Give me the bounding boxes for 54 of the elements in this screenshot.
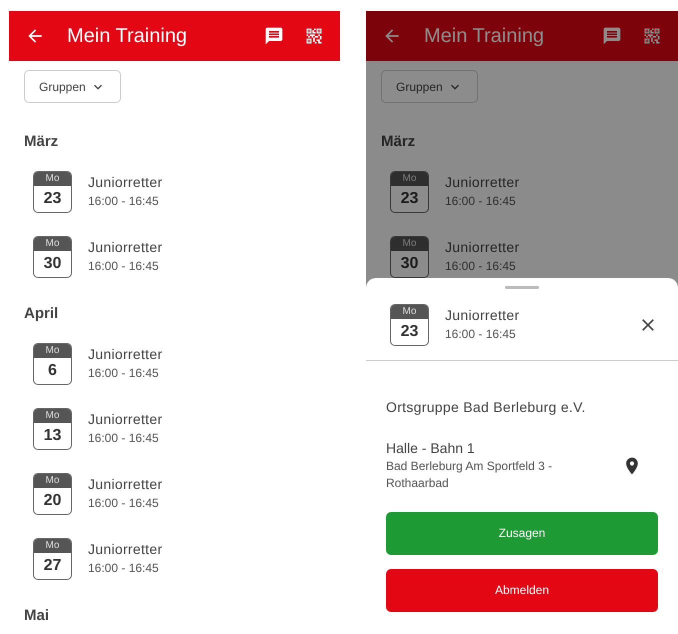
weekday-label: Mo: [402, 174, 416, 184]
event-time: 16:00 - 16:45: [88, 258, 160, 274]
event-title[interactable]: Juniorretter: [88, 174, 162, 192]
event-title[interactable]: Juniorretter: [88, 541, 162, 559]
weekday-label: Mo: [46, 410, 60, 420]
day-number: 23: [400, 324, 418, 340]
weekday-label: Mo: [46, 476, 60, 486]
weekday-label: Mo: [402, 306, 416, 316]
day-number: 27: [44, 558, 62, 574]
day-number: 30: [44, 256, 62, 272]
qr-code-icon[interactable]: [642, 26, 662, 46]
event-time: 16:00 - 16:45: [88, 430, 160, 446]
event-title[interactable]: Juniorretter: [445, 174, 520, 192]
weekday-label: Mo: [402, 238, 416, 248]
weekday-label: Mo: [46, 346, 60, 356]
day-number: 23: [44, 190, 62, 206]
event-time: 16:00 - 16:45: [445, 258, 517, 274]
event-title[interactable]: Juniorretter: [445, 239, 520, 257]
decline-button[interactable]: Abmelden: [386, 568, 658, 612]
app-title: Mein Training: [424, 24, 546, 49]
groups-dropdown[interactable]: Gruppen: [381, 70, 478, 103]
event-time: 16:00 - 16:45: [88, 366, 160, 381]
month-heading: April: [24, 304, 58, 324]
drag-handle[interactable]: [505, 286, 539, 289]
weekday-label: Mo: [46, 238, 60, 248]
accept-button[interactable]: Zusagen: [386, 512, 658, 554]
app-title: Mein Training: [67, 24, 188, 49]
weekday-label: Mo: [46, 540, 60, 550]
day-number: 13: [44, 428, 62, 444]
event-time: 16:00 - 16:45: [445, 194, 517, 209]
day-number: 30: [400, 256, 418, 272]
event-title[interactable]: Juniorretter: [88, 476, 162, 494]
event-time: 16:00 - 16:45: [88, 560, 160, 576]
month-heading: März: [381, 132, 416, 152]
groups-dropdown[interactable]: Gruppen: [24, 70, 121, 103]
day-number: 20: [44, 492, 62, 508]
event-title[interactable]: Juniorretter: [445, 307, 520, 325]
event-time: 16:00 - 16:45: [445, 326, 517, 342]
day-number: 23: [400, 190, 418, 206]
organization-name: Ortsgruppe Bad Berleburg e.V.: [386, 398, 587, 417]
location-name: Halle - Bahn 1: [386, 440, 476, 458]
message-icon[interactable]: [602, 26, 622, 46]
event-title[interactable]: Juniorretter: [88, 346, 162, 364]
weekday-label: Mo: [46, 174, 60, 184]
event-title[interactable]: Juniorretter: [88, 411, 162, 429]
day-number: 6: [48, 362, 57, 378]
message-icon[interactable]: [264, 26, 284, 46]
month-heading: Mai: [24, 606, 50, 626]
event-title[interactable]: Juniorretter: [88, 239, 162, 257]
month-heading: März: [24, 132, 58, 152]
qr-code-icon[interactable]: [304, 26, 324, 46]
event-time: 16:00 - 16:45: [88, 496, 160, 511]
event-time: 16:00 - 16:45: [88, 194, 160, 209]
location-address: Bad Berleburg Am Sportfeld 3 - Rothaarbad: [386, 458, 554, 492]
